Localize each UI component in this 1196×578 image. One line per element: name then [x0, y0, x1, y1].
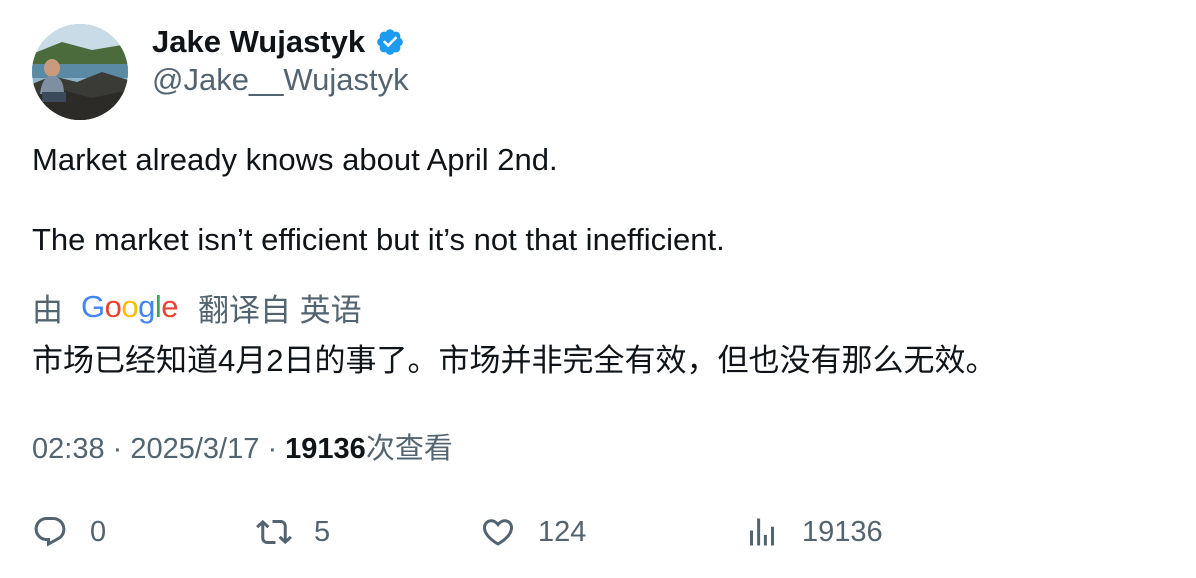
views-count: 19136	[285, 433, 366, 465]
meta-separator: ·	[112, 433, 131, 465]
author-handle[interactable]: @Jake__Wujastyk	[152, 62, 409, 98]
meta-separator: ·	[267, 433, 286, 465]
tweet-time[interactable]: 02:38	[32, 433, 105, 465]
tweet-meta: 02:38 · 2025/3/17 · 19136次查看	[32, 425, 453, 467]
avatar[interactable]	[32, 24, 128, 120]
translation-suffix: 翻译自 英语	[198, 292, 362, 328]
views-button[interactable]: 19136	[744, 508, 883, 556]
translated-text: 市场已经知道4月2日的事了。市场并非完全有效，但也没有那么无效。	[32, 343, 997, 378]
tweet-date[interactable]: 2025/3/17	[130, 433, 259, 465]
analytics-icon	[750, 518, 774, 546]
reply-count: 0	[90, 515, 107, 548]
avatar-photo	[32, 24, 128, 120]
google-logo[interactable]: Google	[81, 289, 179, 325]
reply-icon	[34, 517, 66, 547]
heart-icon	[482, 519, 514, 546]
reply-button[interactable]: 0	[32, 508, 106, 556]
views-action-count: 19136	[802, 515, 883, 548]
author-name-row: Jake Wujastyk	[152, 22, 405, 62]
action-bar: 0 5 124 19136	[32, 508, 1162, 556]
retweet-count: 5	[314, 515, 331, 548]
tweet-text-line-1: Market already knows about April 2nd.	[32, 142, 558, 177]
like-button[interactable]: 124	[480, 508, 586, 556]
retweet-button[interactable]: 5	[256, 508, 330, 556]
translation-attribution: 由 Google 翻译自 英语	[32, 286, 362, 328]
views-label: 次查看	[365, 433, 453, 465]
tweet-text-line-2: The market isn’t efficient but it’s not …	[32, 222, 725, 257]
retweet-icon	[256, 519, 292, 545]
like-count: 124	[538, 515, 587, 548]
translation-prefix: 由	[32, 292, 63, 328]
verified-badge-icon[interactable]	[375, 27, 405, 57]
display-name[interactable]: Jake Wujastyk	[152, 24, 365, 60]
